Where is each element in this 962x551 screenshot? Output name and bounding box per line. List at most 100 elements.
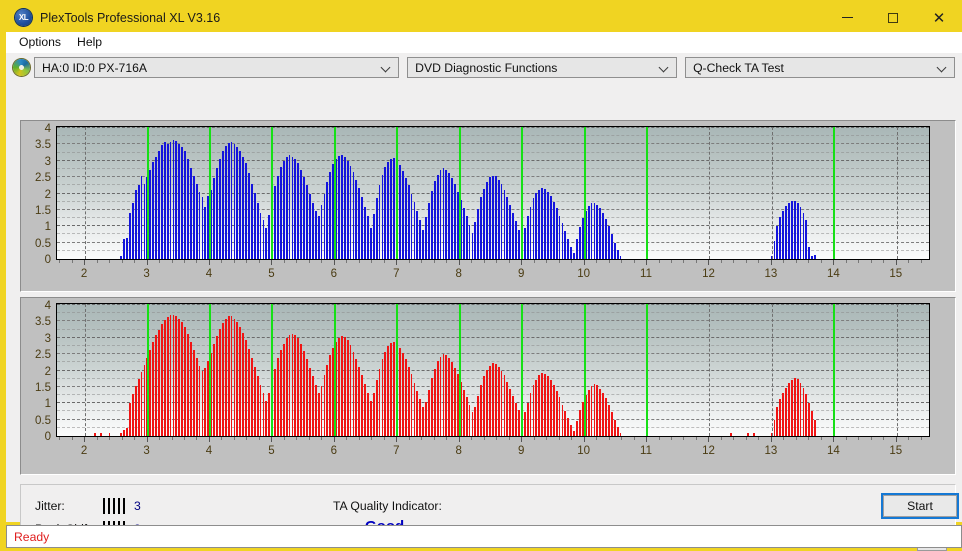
chart-bar bbox=[288, 154, 291, 259]
chart-bar bbox=[410, 193, 413, 259]
x-axis-tick bbox=[208, 260, 210, 265]
chart-bar bbox=[468, 224, 471, 259]
chart-bar bbox=[349, 165, 352, 259]
chart-bar bbox=[314, 210, 317, 259]
chart-bar bbox=[367, 215, 369, 259]
function-select[interactable]: DVD Diagnostic Functions bbox=[407, 57, 678, 78]
chart-bar bbox=[306, 359, 308, 436]
x-axis-tick bbox=[708, 437, 710, 442]
chart-bar bbox=[274, 368, 276, 436]
chart-bar bbox=[108, 432, 111, 436]
chart-bar bbox=[535, 192, 538, 259]
test-select[interactable]: Q-Check TA Test bbox=[685, 57, 955, 78]
x-axis-tick-minor bbox=[59, 260, 61, 263]
chart-bar bbox=[346, 340, 349, 436]
x-axis-tick-minor bbox=[858, 437, 860, 440]
close-button[interactable]: ✕ bbox=[916, 3, 962, 32]
gridline-horizontal bbox=[57, 127, 929, 128]
x-axis-tick bbox=[84, 260, 86, 265]
chart-bar bbox=[128, 402, 131, 436]
x-axis-tick-minor bbox=[558, 260, 560, 263]
x-axis-tick-minor bbox=[283, 437, 285, 440]
chart-bar bbox=[390, 159, 393, 259]
chart-bar bbox=[419, 220, 422, 259]
x-axis-tick-label: 12 bbox=[702, 445, 715, 457]
chart-bar bbox=[494, 176, 497, 259]
x-axis-tick-label: 15 bbox=[889, 445, 903, 457]
chart-bar bbox=[352, 172, 355, 259]
chart-bar bbox=[236, 147, 239, 259]
chart-bar bbox=[552, 385, 555, 436]
meter-segment bbox=[103, 498, 105, 514]
marker-line bbox=[396, 127, 399, 259]
x-axis-tick bbox=[458, 260, 460, 265]
chart-bar bbox=[486, 182, 488, 259]
test-select-value: Q-Check TA Test bbox=[693, 60, 784, 75]
x-axis-tick-label: 10 bbox=[577, 445, 590, 457]
x-axis-tick-minor bbox=[258, 437, 260, 440]
chart-bar bbox=[436, 361, 439, 436]
x-axis-tick-minor bbox=[196, 260, 198, 263]
menu-item-help[interactable]: Help bbox=[70, 34, 111, 51]
chart-bar bbox=[489, 365, 491, 436]
chart-bar bbox=[346, 160, 349, 259]
chart-bar bbox=[471, 412, 474, 436]
chart-bar bbox=[425, 217, 427, 259]
chart-bar bbox=[506, 381, 509, 436]
chart-bar bbox=[195, 184, 198, 259]
chart-bar bbox=[250, 183, 253, 259]
chart-bar bbox=[277, 175, 279, 259]
chart-bar bbox=[538, 375, 541, 436]
chart-bar bbox=[279, 350, 282, 436]
x-axis-tick-minor bbox=[59, 437, 61, 440]
minimize-button[interactable] bbox=[824, 3, 870, 32]
chart-bar bbox=[268, 392, 271, 436]
menu-item-options[interactable]: Options bbox=[12, 34, 70, 51]
x-axis-tick-minor bbox=[608, 437, 610, 440]
chart-bar bbox=[189, 167, 192, 259]
chart-bar bbox=[218, 159, 221, 259]
x-axis-tick-minor bbox=[758, 260, 760, 263]
maximize-button[interactable] bbox=[870, 3, 916, 32]
chart-bar bbox=[134, 190, 137, 259]
x-axis-tick-minor bbox=[196, 437, 198, 440]
chart-bar bbox=[506, 197, 509, 259]
chart-bar bbox=[538, 189, 541, 259]
chart-bar bbox=[439, 169, 442, 259]
chart-bar bbox=[158, 329, 160, 436]
chart-bar bbox=[613, 420, 616, 436]
start-button[interactable]: Start bbox=[883, 495, 957, 517]
chart-bar bbox=[221, 150, 224, 259]
x-axis-tick-label: 7 bbox=[393, 445, 400, 457]
chart-bar bbox=[404, 177, 407, 259]
chart-bar bbox=[805, 219, 808, 259]
x-axis-tick-minor bbox=[783, 260, 785, 263]
x-axis-tick bbox=[646, 260, 648, 265]
x-axis-tick bbox=[583, 437, 585, 442]
chart-bar bbox=[462, 208, 465, 259]
chart-bar bbox=[120, 256, 123, 259]
chart-bar bbox=[126, 237, 128, 259]
chart-bar bbox=[387, 162, 390, 259]
chart-bar bbox=[491, 363, 494, 436]
marker-line bbox=[333, 127, 336, 259]
chart-bar bbox=[311, 376, 314, 436]
chart-bar bbox=[503, 190, 506, 259]
chart-bar bbox=[413, 382, 416, 436]
chart-bar bbox=[253, 192, 256, 259]
chart-bar bbox=[213, 344, 215, 436]
chart-bar bbox=[451, 177, 454, 259]
chart-bar bbox=[422, 407, 425, 436]
y-axis-tick-label: 1 bbox=[44, 398, 51, 411]
x-axis-tick-label: 3 bbox=[143, 445, 150, 457]
x-axis-tick-minor bbox=[346, 437, 348, 440]
x-axis-tick bbox=[208, 437, 210, 442]
chart-bar bbox=[422, 230, 425, 259]
chart-bar bbox=[549, 196, 552, 259]
gridline-horizontal-minor bbox=[57, 312, 929, 314]
chart-bar bbox=[523, 412, 526, 436]
chart-bar bbox=[358, 367, 361, 436]
status-bar: Ready bbox=[6, 525, 962, 548]
chart-bar bbox=[747, 432, 750, 436]
drive-select[interactable]: HA:0 ID:0 PX-716A bbox=[34, 57, 400, 78]
